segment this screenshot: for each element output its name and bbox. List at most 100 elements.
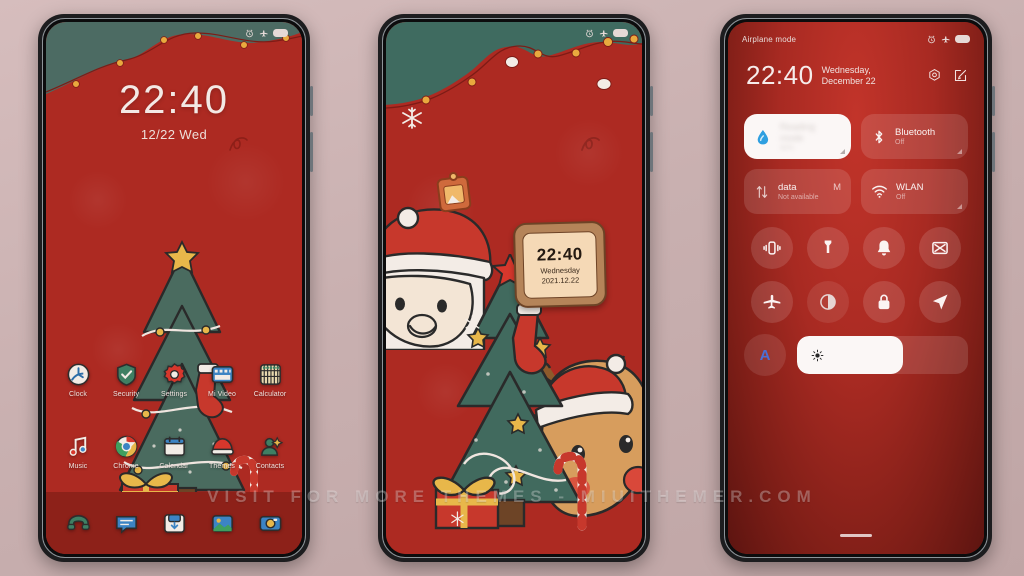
volume-button[interactable]: [992, 86, 995, 116]
screenshot-icon: [932, 241, 948, 255]
bell-icon: [877, 240, 891, 256]
app-mi-video[interactable]: Mi Video: [198, 362, 246, 398]
tile-reading-mode[interactable]: Reading mode 90%: [744, 114, 851, 159]
calendar-icon: [162, 434, 187, 459]
app-row-1: Clock Security Settings Mi Video Calcula…: [46, 362, 302, 398]
airplane-icon: [941, 35, 950, 43]
tile-title: WLAN: [896, 182, 924, 193]
phone-2-screen: 22:40 Wednesday 2021.12.22: [386, 22, 642, 554]
snowflake-icon: [402, 107, 422, 129]
gallery-icon[interactable]: [210, 511, 235, 536]
chrome-icon: [114, 434, 139, 459]
power-button[interactable]: [992, 132, 995, 172]
toggle-do-not-disturb[interactable]: [863, 227, 905, 269]
toggle-vibrate[interactable]: [751, 227, 793, 269]
screenshot-stage: 22:40 12/22 Wed Clock Security Settings …: [0, 0, 1024, 576]
toggle-screenshot[interactable]: [919, 227, 961, 269]
phone-2-homescreen: 22:40 Wednesday 2021.12.22: [378, 14, 653, 562]
app-security[interactable]: Security: [102, 362, 150, 398]
app-label: Calculator: [253, 391, 287, 398]
tile-bluetooth[interactable]: Bluetooth Off: [861, 114, 968, 159]
app-label: Clock: [68, 391, 87, 398]
toggle-flashlight[interactable]: [807, 227, 849, 269]
wifi-icon: [872, 185, 887, 198]
app-label: Settings: [160, 391, 188, 398]
brightness-row: A: [744, 334, 968, 376]
tile-title: Reading mode: [779, 121, 816, 144]
toggle-lock[interactable]: [863, 281, 905, 323]
camera-icon[interactable]: [258, 511, 283, 536]
battery-icon: [273, 29, 288, 37]
tile-title: data: [778, 182, 797, 193]
app-themes[interactable]: Themes: [198, 434, 246, 470]
tile-mobile-data[interactable]: data M Not available: [744, 169, 851, 214]
gear-icon: [162, 362, 187, 387]
messages-icon[interactable]: [114, 511, 139, 536]
airplane-icon: [259, 29, 268, 37]
app-row-2: Music Chrome Calendar Themes Contacts: [46, 434, 302, 470]
app-label: Security: [112, 391, 140, 398]
app-clock[interactable]: Clock: [54, 362, 102, 398]
toggle-airplane-mode[interactable]: [751, 281, 793, 323]
power-button[interactable]: [310, 132, 313, 172]
lockscreen-date: 12/22 Wed: [140, 127, 208, 142]
volume-button[interactable]: [650, 86, 653, 116]
location-icon: [932, 294, 948, 310]
app-contacts[interactable]: Contacts: [246, 434, 294, 470]
cc-date-line1: Wednesday,: [821, 65, 871, 75]
alarm-icon: [246, 29, 253, 37]
tile-expand-corner[interactable]: [840, 149, 845, 154]
settings-gear-icon[interactable]: [927, 68, 942, 83]
phone-1-lockscreen: 22:40 12/22 Wed Clock Security Settings …: [38, 14, 313, 562]
phone-2-statusbar: [386, 22, 642, 44]
music-note-icon: [66, 434, 91, 459]
tile-sub: Off: [895, 139, 905, 146]
lockscreen-clock: 22:40: [118, 78, 230, 122]
airplane-icon: [763, 294, 781, 309]
brightness-sun-icon: [811, 349, 824, 361]
calculator-icon: [258, 362, 283, 387]
tile-operator: M: [833, 182, 841, 193]
brightness-slider[interactable]: [797, 336, 968, 374]
dock: [46, 511, 302, 536]
phone-3-screen: Airplane mode 22:40 Wednesday, December …: [728, 22, 984, 554]
tile-expand-corner[interactable]: [957, 204, 962, 209]
tile-sub: Not available: [778, 194, 819, 201]
clock-widget[interactable]: 22:40 Wednesday 2021.12.22: [512, 220, 608, 309]
app-music[interactable]: Music: [54, 434, 102, 470]
round-toggle-grid: [744, 227, 968, 323]
tile-wlan[interactable]: WLAN Off: [861, 169, 968, 214]
flashlight-icon: [824, 240, 832, 253]
app-calendar[interactable]: Calendar: [150, 434, 198, 470]
photo-frame-widget[interactable]: [436, 171, 472, 213]
quick-setting-tiles: Reading mode 90% Bluetooth Off data M No…: [744, 114, 968, 214]
battery-icon: [613, 29, 628, 37]
shield-icon: [114, 362, 139, 387]
toggle-dark-mode[interactable]: [807, 281, 849, 323]
phone-1-screen: 22:40 12/22 Wed Clock Security Settings …: [46, 22, 302, 554]
tile-sub: Off: [896, 194, 906, 201]
app-chrome[interactable]: Chrome: [102, 434, 150, 470]
downloads-icon[interactable]: [162, 511, 187, 536]
app-label: Contacts: [255, 463, 285, 470]
volume-button[interactable]: [310, 86, 313, 116]
airplane-icon: [599, 29, 608, 37]
app-label: Themes: [209, 463, 235, 470]
tile-expand-corner[interactable]: [957, 149, 962, 154]
app-label: Chrome: [113, 463, 139, 470]
auto-brightness-button[interactable]: A: [744, 334, 786, 376]
clock-widget-time: 22:40: [536, 243, 583, 265]
cc-date: Wednesday, December 22: [822, 65, 876, 91]
edit-pencil-icon[interactable]: [953, 68, 968, 83]
drag-handle[interactable]: [840, 534, 872, 537]
power-button[interactable]: [650, 132, 653, 172]
app-calculator[interactable]: Calculator: [246, 362, 294, 398]
control-center-header: 22:40 Wednesday, December 22: [746, 60, 876, 91]
clock-widget-day: Wednesday: [540, 264, 580, 276]
toggle-location[interactable]: [919, 281, 961, 323]
lock-icon: [878, 294, 890, 310]
phone-3-statusbar: Airplane mode: [728, 28, 984, 50]
contacts-icon: [258, 434, 283, 459]
app-settings[interactable]: Settings: [150, 362, 198, 398]
phone-icon[interactable]: [66, 511, 91, 536]
